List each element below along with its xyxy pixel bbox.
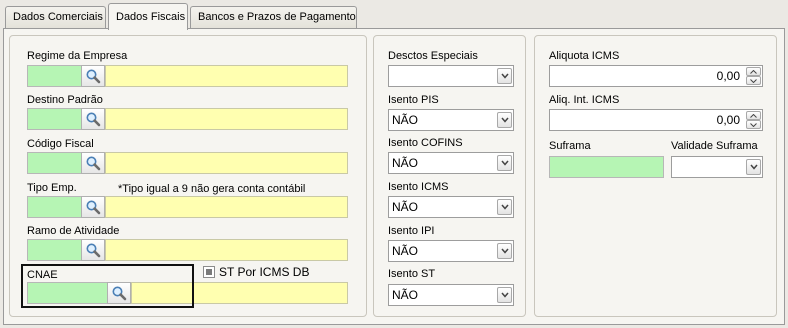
spin-up-icon[interactable] [746, 67, 761, 76]
aliq-int-icms-input[interactable]: 0,00 [549, 109, 763, 131]
suframa-label: Suframa [549, 140, 591, 152]
ramo-lookup-button[interactable] [81, 239, 105, 261]
codigo-fiscal-label: Código Fiscal [27, 138, 94, 150]
validade-suframa-select[interactable] [671, 156, 763, 178]
spin-up-icon[interactable] [746, 111, 761, 120]
isento-cofins-label: Isento COFINS [388, 137, 463, 149]
magnifier-icon [86, 112, 101, 127]
aliq-int-icms-label: Aliq. Int. ICMS [549, 94, 620, 106]
regime-description-field[interactable] [105, 65, 348, 87]
aliquota-icms-label: Aliquota ICMS [549, 50, 620, 62]
magnifier-icon [86, 156, 101, 171]
magnifier-icon [86, 243, 101, 258]
aliq-int-icms-value: 0,00 [716, 113, 740, 127]
tipo-emp-description-field[interactable] [105, 196, 348, 218]
codigo-fiscal-description-field[interactable] [105, 152, 348, 174]
validade-suframa-dropdown-button[interactable] [746, 159, 761, 175]
chevron-down-icon [500, 248, 509, 254]
tipo-emp-note: *Tipo igual a 9 não gera conta contábil [118, 183, 306, 195]
chevron-down-icon [749, 164, 758, 170]
cnae-description-field[interactable] [131, 282, 348, 304]
suframa-input[interactable] [549, 156, 664, 178]
tipo-emp-code-input[interactable] [27, 196, 82, 218]
isento-pis-value: NÃO [392, 113, 419, 127]
ramo-label: Ramo de Atividade [27, 225, 120, 237]
isento-ipi-select[interactable]: NÃO [388, 240, 514, 262]
tab-bancos-prazos[interactable]: Bancos e Prazos de Pagamento [190, 6, 357, 28]
aliquota-icms-value: 0,00 [716, 69, 740, 83]
destino-lookup-button[interactable] [81, 108, 105, 130]
aliq-int-icms-spinner[interactable] [746, 111, 761, 129]
cnae-label: CNAE [27, 269, 58, 281]
isento-pis-label: Isento PIS [388, 94, 439, 106]
isento-st-label: Isento ST [388, 268, 436, 280]
isento-icms-dropdown-button[interactable] [497, 199, 512, 215]
magnifier-icon [112, 286, 127, 301]
isento-icms-select[interactable]: NÃO [388, 196, 514, 218]
isento-pis-dropdown-button[interactable] [497, 112, 512, 128]
spin-down-icon[interactable] [746, 76, 761, 85]
checkbox-indeterminate-mark [206, 269, 212, 275]
chevron-down-icon [500, 160, 509, 166]
isento-ipi-value: NÃO [392, 244, 419, 258]
destino-code-input[interactable] [27, 108, 82, 130]
chevron-down-icon [500, 73, 509, 79]
chevron-down-icon [500, 292, 509, 298]
destino-label: Destino Padrão [27, 94, 103, 106]
isento-cofins-value: NÃO [392, 156, 419, 170]
desctos-dropdown-button[interactable] [497, 68, 512, 84]
cnae-lookup-button[interactable] [107, 282, 131, 304]
destino-description-field[interactable] [105, 108, 348, 130]
chevron-down-icon [500, 204, 509, 210]
spin-down-icon[interactable] [746, 120, 761, 129]
aliquota-icms-input[interactable]: 0,00 [549, 65, 763, 87]
aliquota-icms-spinner[interactable] [746, 67, 761, 85]
desctos-especiais-select[interactable] [388, 65, 514, 87]
isento-st-select[interactable]: NÃO [388, 284, 514, 306]
isento-icms-label: Isento ICMS [388, 181, 449, 193]
codigo-fiscal-lookup-button[interactable] [81, 152, 105, 174]
tab-dados-fiscais[interactable]: Dados Fiscais [108, 3, 188, 30]
regime-lookup-button[interactable] [81, 65, 105, 87]
tab-dados-comerciais[interactable]: Dados Comerciais [5, 6, 106, 28]
codigo-fiscal-code-input[interactable] [27, 152, 82, 174]
ramo-code-input[interactable] [27, 239, 82, 261]
isento-st-dropdown-button[interactable] [497, 287, 512, 303]
magnifier-icon [86, 200, 101, 215]
isento-icms-value: NÃO [392, 200, 419, 214]
regime-label: Regime da Empresa [27, 50, 128, 62]
isento-cofins-dropdown-button[interactable] [497, 155, 512, 171]
desctos-especiais-label: Desctos Especiais [388, 50, 478, 62]
st-icms-db-checkbox[interactable] [203, 266, 215, 278]
regime-code-input[interactable] [27, 65, 82, 87]
isento-ipi-label: Isento IPI [388, 225, 435, 237]
cnae-code-input[interactable] [27, 282, 108, 304]
magnifier-icon [86, 69, 101, 84]
st-icms-db-label: ST Por ICMS DB [219, 265, 310, 279]
isento-pis-select[interactable]: NÃO [388, 109, 514, 131]
tipo-emp-lookup-button[interactable] [81, 196, 105, 218]
tipo-emp-label: Tipo Emp. [27, 182, 77, 194]
validade-suframa-label: Validade Suframa [671, 140, 758, 152]
isento-ipi-dropdown-button[interactable] [497, 243, 512, 259]
ramo-description-field[interactable] [105, 239, 348, 261]
chevron-down-icon [500, 117, 509, 123]
isento-st-value: NÃO [392, 288, 419, 302]
isento-cofins-select[interactable]: NÃO [388, 152, 514, 174]
